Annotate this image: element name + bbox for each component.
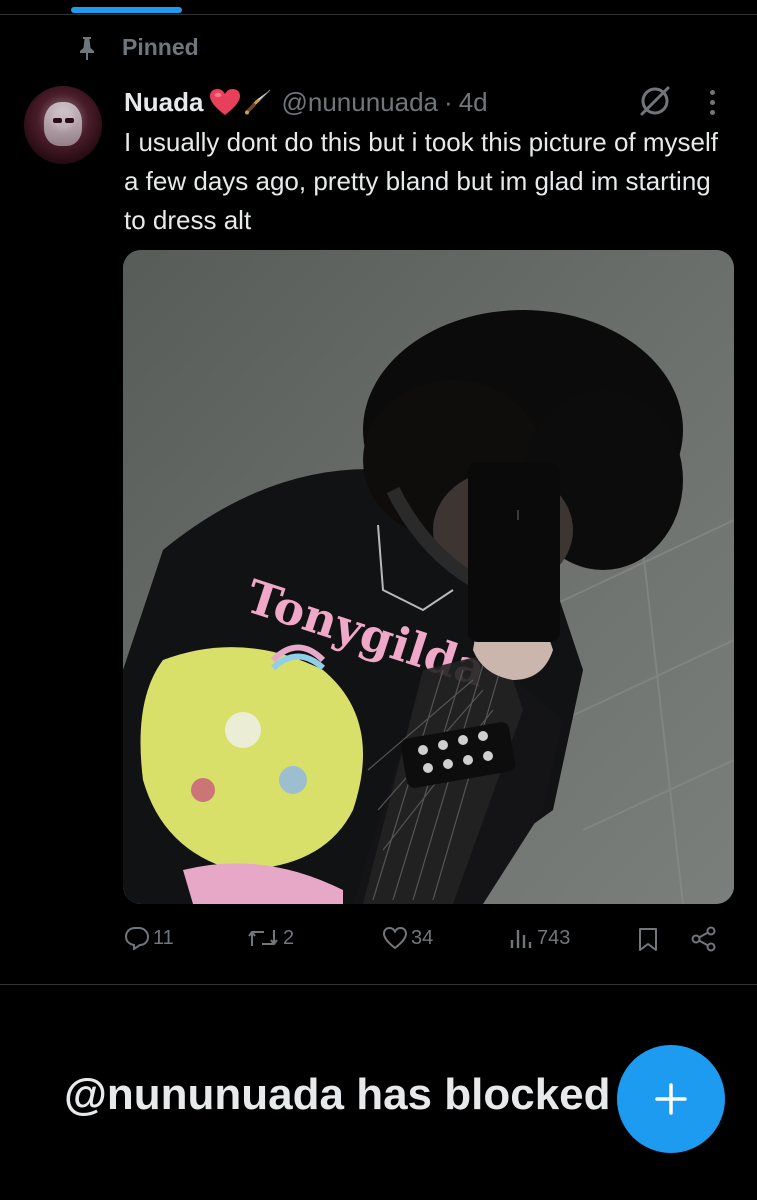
- tweet-timestamp[interactable]: 4d: [459, 87, 488, 118]
- plus-icon: [655, 1083, 687, 1115]
- timeline-divider: [0, 984, 757, 985]
- grok-icon[interactable]: [638, 84, 672, 125]
- share-icon: [691, 926, 716, 952]
- share-button[interactable]: [690, 926, 718, 952]
- pinned-indicator: Pinned: [76, 34, 199, 61]
- views-chart-icon: [510, 930, 532, 948]
- repost-icon: [248, 930, 278, 946]
- views-count: 743: [537, 926, 571, 949]
- views-button[interactable]: 743: [508, 926, 570, 950]
- meta-separator: ·: [444, 86, 453, 117]
- tab-active-indicator: [71, 7, 182, 13]
- avatar-eye: [53, 118, 62, 123]
- avatar-eye: [65, 118, 74, 123]
- tab-divider: [0, 14, 757, 15]
- tweet-actions: 11 2 34 743: [124, 922, 734, 962]
- like-button[interactable]: 34: [382, 926, 433, 950]
- reply-button[interactable]: 11: [124, 926, 174, 950]
- red-heart-icon: [210, 89, 241, 115]
- avatar-mask: [44, 102, 82, 146]
- dagger-icon: [245, 89, 271, 115]
- repost-count: 2: [283, 926, 295, 949]
- display-name[interactable]: Nuada: [124, 87, 203, 118]
- reply-count: 11: [153, 926, 174, 949]
- compose-post-button[interactable]: [617, 1045, 725, 1153]
- name-emoji: [209, 87, 273, 117]
- reply-icon: [124, 927, 150, 950]
- pin-icon: [76, 35, 98, 61]
- tweet-media-image[interactable]: Tonygilda: [123, 250, 734, 904]
- more-options-icon[interactable]: [710, 90, 715, 115]
- like-count: 34: [411, 926, 434, 949]
- user-handle[interactable]: @nununuada: [281, 87, 438, 118]
- repost-button[interactable]: 2: [246, 926, 294, 950]
- bookmark-button[interactable]: [636, 926, 660, 952]
- pinned-label: Pinned: [122, 34, 199, 60]
- avatar[interactable]: [24, 86, 102, 164]
- tweet-header: Nuada @nununuada · 4d: [124, 84, 734, 120]
- bookmark-icon: [639, 928, 657, 951]
- heart-outline-icon: [382, 926, 408, 950]
- tweet-text: I usually dont do this but i took this p…: [124, 127, 718, 235]
